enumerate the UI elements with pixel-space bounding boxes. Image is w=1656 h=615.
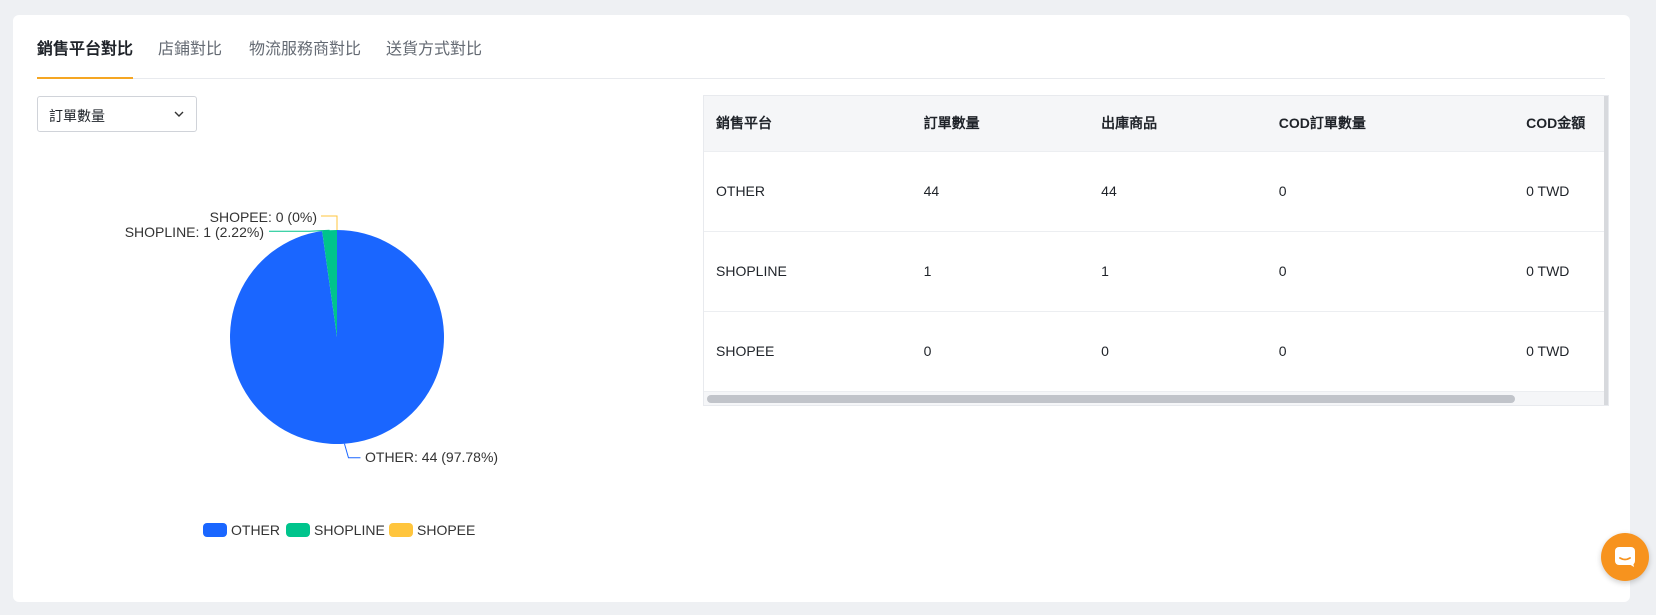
table-cell: OTHER xyxy=(716,183,765,199)
table-cell: SHOPLINE xyxy=(716,263,787,279)
pie-label-shopee: SHOPEE: 0 (0%) xyxy=(210,209,317,225)
table-row: SHOPLINE 1 1 0 0 TWD xyxy=(704,231,1608,311)
pie-label-shopline: SHOPLINE: 1 (2.22%) xyxy=(125,224,264,240)
comparison-tabs: 銷售平台對比 店鋪對比 物流服務商對比 送貨方式對比 xyxy=(37,15,1605,79)
table-cell: 1 xyxy=(1101,263,1109,279)
column-header: COD訂單數量 xyxy=(1278,115,1366,132)
scrollbar-thumb[interactable] xyxy=(707,395,1515,403)
sales-platform-table: 銷售平台 訂單數量 出庫商品 COD訂單數量 COD金額 OTHER 44 44… xyxy=(704,96,1608,391)
tab-store[interactable]: 店鋪對比 xyxy=(158,35,222,59)
pie-legend: OTHER SHOPLINE SHOPEE xyxy=(203,522,475,538)
active-tab-indicator xyxy=(37,77,133,79)
column-header: COD金額 xyxy=(1526,115,1586,132)
tab-sales-platform[interactable]: 銷售平台對比 xyxy=(37,35,133,59)
comparison-card: 銷售平台對比 店鋪對比 物流服務商對比 送貨方式對比 訂單數量 SHOPEE: … xyxy=(13,15,1630,602)
pie-slices xyxy=(230,230,445,444)
legend-label-other[interactable]: OTHER xyxy=(231,522,280,538)
table-cell: 0 xyxy=(1278,263,1287,279)
leader-line-other xyxy=(343,443,361,459)
table-cell: 0 TWD xyxy=(1526,263,1570,279)
pie-slice-other[interactable] xyxy=(230,230,445,444)
table-cell: 0 xyxy=(1278,343,1287,360)
table-header-row: 銷售平台 訂單數量 出庫商品 COD訂單數量 COD金額 xyxy=(704,96,1608,151)
sales-platform-table-container: 銷售平台 訂單數量 出庫商品 COD訂單數量 COD金額 OTHER 44 44… xyxy=(703,95,1609,406)
table-row: OTHER 44 44 0 0 TWD xyxy=(704,151,1608,231)
leader-line-shopline xyxy=(269,229,330,232)
table-horizontal-scrollbar[interactable] xyxy=(704,391,1608,405)
column-header: 銷售平台 xyxy=(716,115,772,132)
metric-select-value: 訂單數量 xyxy=(49,108,105,124)
table-cell: 0 xyxy=(1278,183,1287,199)
sales-platform-pie-chart: SHOPEE: 0 (0%) SHOPLINE: 1 (2.22%) OTHER… xyxy=(125,209,498,538)
column-header: 訂單數量 xyxy=(923,115,980,132)
table-cell: 44 xyxy=(1101,183,1117,199)
pie-label-other: OTHER: 44 (97.78%) xyxy=(365,449,498,465)
chat-button[interactable] xyxy=(1601,533,1649,581)
table-fixed-column-shadow xyxy=(1604,96,1608,405)
chat-icon xyxy=(1615,547,1635,567)
table-cell: 0 xyxy=(1101,343,1109,360)
table-cell: 0 TWD xyxy=(1526,343,1570,360)
chevron-down-icon xyxy=(174,111,184,117)
table-cell: 0 xyxy=(923,343,932,360)
table-row: SHOPEE 0 0 0 0 TWD xyxy=(704,311,1608,391)
legend-swatch-shopee[interactable] xyxy=(389,523,413,537)
legend-label-shopline[interactable]: SHOPLINE xyxy=(314,522,385,538)
legend-swatch-other[interactable] xyxy=(203,523,227,537)
tab-logistics-provider[interactable]: 物流服務商對比 xyxy=(249,35,361,59)
table-cell: 1 xyxy=(923,263,932,279)
table-cell: SHOPEE xyxy=(716,343,775,360)
legend-swatch-shopline[interactable] xyxy=(286,523,310,537)
table-cell: 0 TWD xyxy=(1526,183,1570,199)
metric-select[interactable]: 訂單數量 xyxy=(37,96,197,132)
leader-line-shopee xyxy=(321,215,338,230)
column-header: 出庫商品 xyxy=(1101,115,1158,132)
table-cell: 44 xyxy=(923,183,940,199)
legend-label-shopee[interactable]: SHOPEE xyxy=(417,522,475,538)
tab-delivery-method[interactable]: 送貨方式對比 xyxy=(386,35,482,59)
